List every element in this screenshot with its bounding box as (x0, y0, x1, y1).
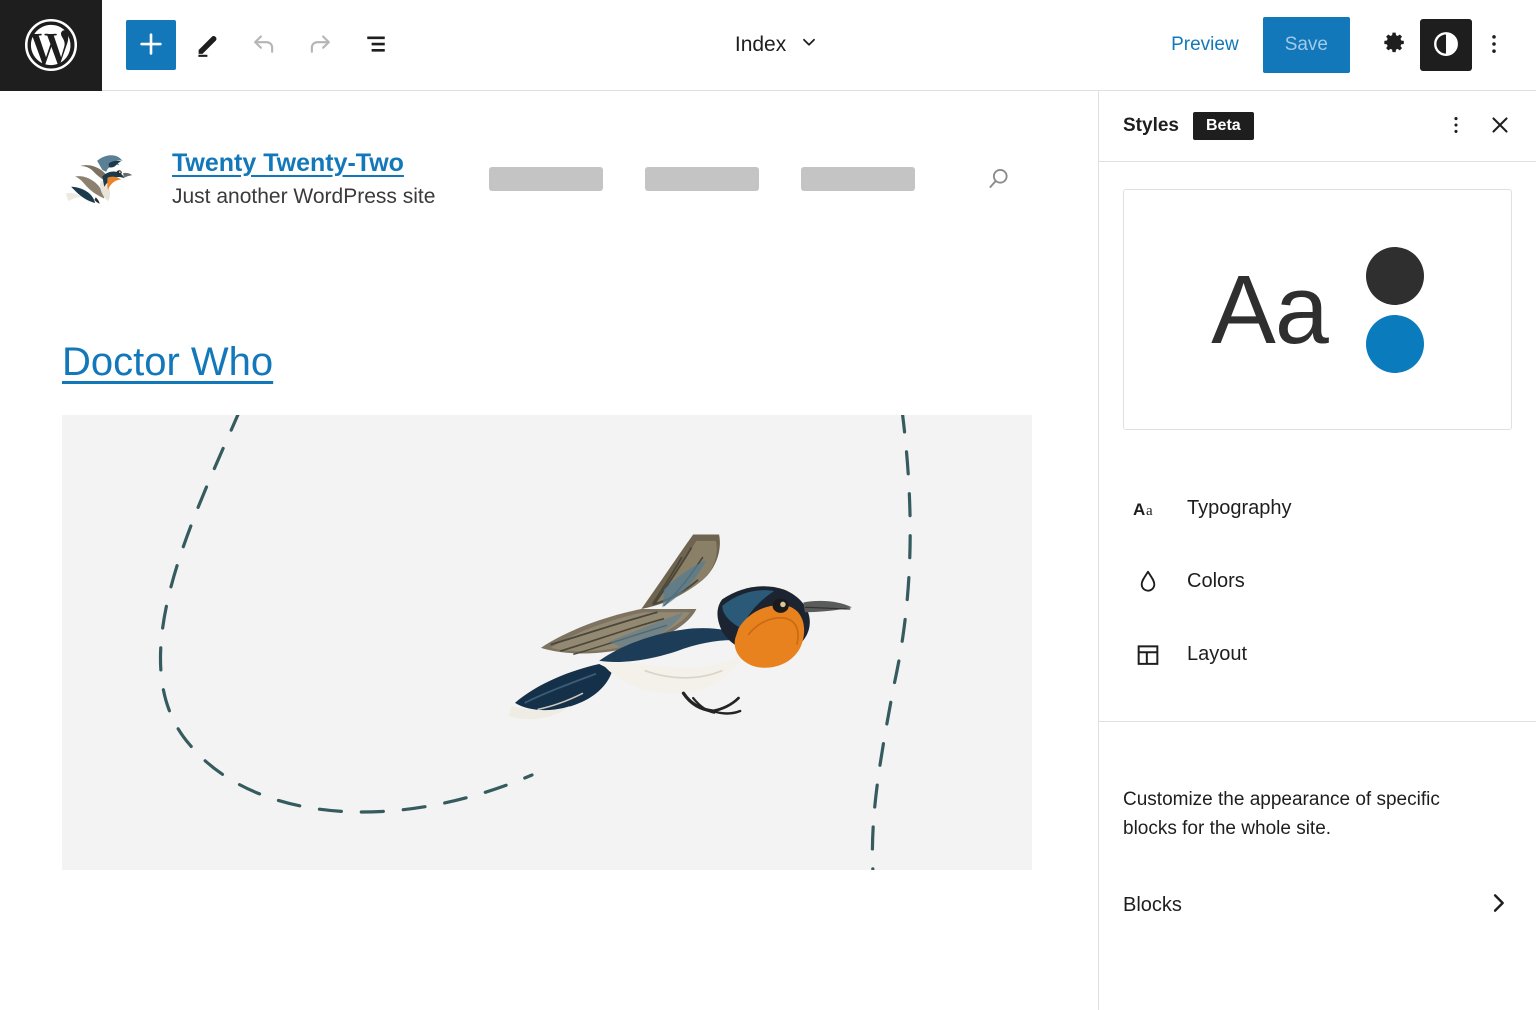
chevron-down-icon (798, 31, 820, 59)
sidebar-divider (1099, 721, 1536, 722)
settings-button[interactable] (1368, 19, 1420, 71)
wordpress-logo-icon (23, 17, 79, 73)
styles-close-button[interactable] (1478, 104, 1522, 148)
styles-menu-label: Typography (1187, 497, 1292, 519)
post-featured-image-block[interactable] (62, 415, 1032, 870)
styles-preview-card[interactable]: Aa (1123, 189, 1512, 430)
preview-sample-text: Aa (1211, 255, 1329, 364)
chevron-right-icon (1484, 889, 1512, 922)
toolbar-center-group: Index (400, 23, 1155, 67)
pencil-icon (193, 29, 223, 62)
plus-icon (136, 29, 166, 62)
blocks-label: Blocks (1123, 893, 1182, 916)
preview-button[interactable]: Preview (1155, 24, 1255, 66)
wordpress-logo-button[interactable] (0, 0, 102, 91)
flying-bird-logo[interactable] (62, 146, 140, 212)
site-header-block[interactable]: Twenty Twenty-Two Just another WordPress… (0, 91, 1098, 212)
palette-dot-dark (1365, 246, 1424, 305)
close-x-icon (1487, 112, 1513, 141)
post-title-link[interactable]: Doctor Who (62, 340, 273, 384)
styles-menu-item-colors[interactable]: Colors (1099, 545, 1536, 618)
undo-button[interactable] (240, 21, 288, 69)
typography-aa-icon: A a (1133, 494, 1163, 524)
styles-panel-title: Styles (1123, 115, 1179, 136)
styles-button[interactable] (1420, 19, 1472, 71)
beta-badge: Beta (1192, 112, 1254, 140)
layout-grid-icon (1133, 640, 1163, 670)
color-droplet-icon (1133, 567, 1163, 597)
post-template-block: Doctor Who (0, 212, 1098, 870)
gear-icon (1380, 29, 1409, 61)
styles-menu-label: Layout (1187, 643, 1248, 665)
editor-top-toolbar: Index Preview Save (0, 0, 1536, 91)
ellipsis-vertical-icon (1481, 31, 1507, 60)
ellipsis-vertical-icon (1444, 113, 1468, 140)
styles-menu-item-typography[interactable]: A a Typography (1099, 472, 1536, 545)
svg-text:a: a (1146, 503, 1153, 519)
list-view-button[interactable] (352, 21, 400, 69)
blocks-description: Customize the appearance of specific blo… (1123, 789, 1440, 839)
nav-placeholder-item[interactable] (801, 167, 916, 191)
styles-menu-label: Colors (1187, 570, 1245, 592)
styles-menu: A a Typography Colors Layout (1099, 472, 1536, 691)
palette-dot-blue (1365, 314, 1424, 373)
styles-sidebar-header: Styles Beta (1099, 91, 1536, 162)
redo-arrow-icon (305, 29, 335, 62)
nav-placeholder-item[interactable] (645, 167, 760, 191)
blocks-navigation-row[interactable]: Blocks (1123, 875, 1512, 935)
preview-palette-dots (1365, 246, 1424, 373)
nav-placeholder-item[interactable] (489, 167, 604, 191)
site-tagline: Just another WordPress site (172, 184, 436, 208)
edit-mode-button[interactable] (184, 21, 232, 69)
blocks-section: Customize the appearance of specific blo… (1099, 786, 1536, 935)
save-button[interactable]: Save (1262, 17, 1350, 73)
document-title-label: Index (734, 33, 787, 56)
redo-button[interactable] (296, 21, 344, 69)
more-options-button[interactable] (1472, 19, 1516, 71)
svg-text:A: A (1133, 500, 1145, 519)
editor-canvas[interactable]: Twenty Twenty-Two Just another WordPress… (0, 91, 1098, 1010)
styles-more-button[interactable] (1434, 104, 1478, 148)
add-block-button[interactable] (126, 20, 176, 70)
site-identity: Twenty Twenty-Two Just another WordPress… (172, 148, 435, 211)
undo-arrow-icon (249, 29, 279, 62)
list-view-icon (361, 29, 391, 62)
toolbar-left-group (102, 20, 400, 70)
styles-menu-item-layout[interactable]: Layout (1099, 618, 1536, 691)
contrast-half-circle-icon (1431, 29, 1461, 62)
site-navigation-block[interactable] (489, 162, 1016, 196)
document-title-dropdown[interactable]: Index (723, 23, 832, 67)
search-icon[interactable] (982, 162, 1016, 196)
styles-sidebar: Styles Beta Aa A a Typography Colors Lay… (1098, 91, 1536, 1010)
toolbar-right-group: Preview Save (1155, 17, 1536, 73)
site-title-link[interactable]: Twenty Twenty-Two (172, 148, 404, 179)
